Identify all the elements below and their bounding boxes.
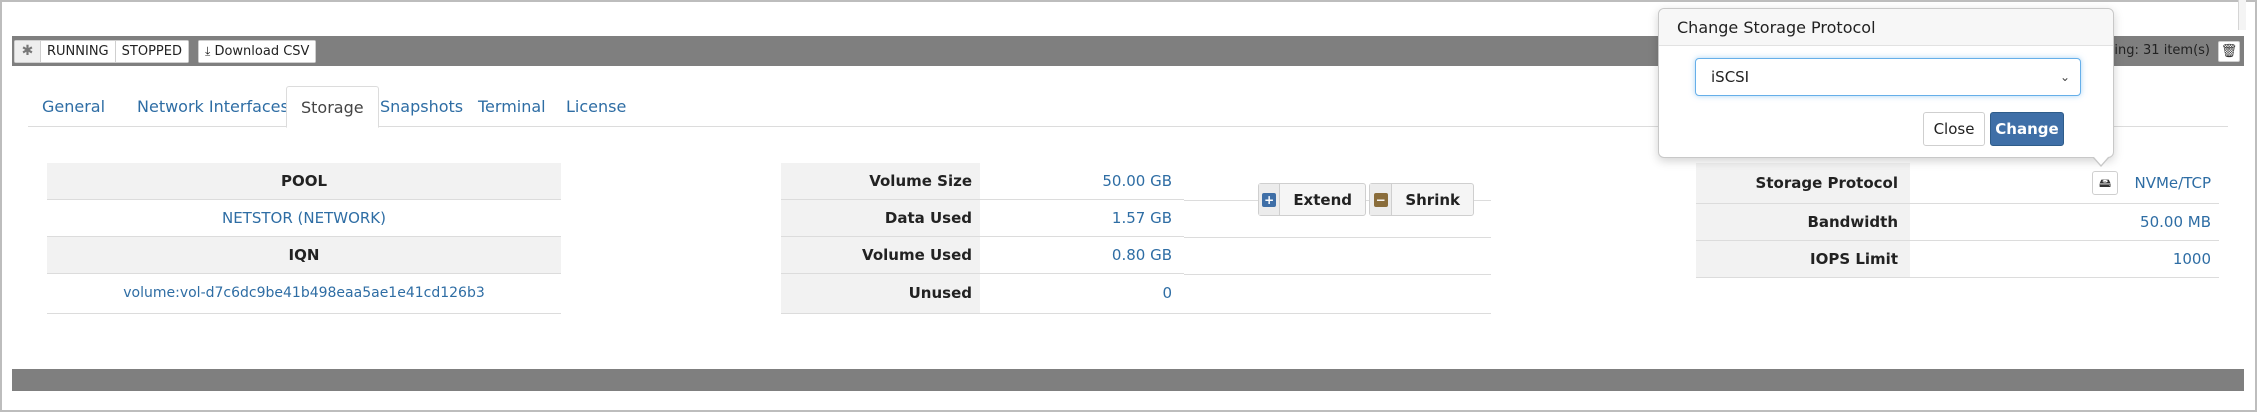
popover-arrow <box>2093 157 2109 167</box>
chevron-down-icon: ⌄ <box>2059 70 2070 84</box>
protocol-select[interactable]: iSCSI ⌄ <box>1695 58 2081 96</box>
iqn-header-row: IQN <box>47 237 561 274</box>
close-button[interactable]: Close <box>1923 112 1985 146</box>
asterisk-icon[interactable]: ✱ <box>15 41 41 62</box>
stopped-filter-button[interactable]: STOPPED <box>115 41 188 62</box>
iqn-value: volume:vol-d7c6dc9be41b498eaa5ae1e41cd12… <box>123 285 485 301</box>
tab-license[interactable]: License <box>552 86 640 127</box>
pool-value-link[interactable]: NETSTOR (NETWORK) <box>47 200 561 236</box>
iqn-value-row: volume:vol-d7c6dc9be41b498eaa5ae1e41cd12… <box>47 274 561 314</box>
download-csv-button[interactable]: ⤓ Download CSV <box>199 41 316 62</box>
bandwidth-label: Bandwidth <box>1696 204 1910 240</box>
minus-icon: − <box>1373 192 1388 207</box>
volume-row: Volume Size 50.00 GB <box>781 163 1184 200</box>
download-icon: ⤓ <box>205 44 211 58</box>
change-button[interactable]: Change <box>1990 112 2064 146</box>
data-used-value: 1.57 GB <box>1111 209 1172 227</box>
popover-title: Change Storage Protocol <box>1659 9 2113 46</box>
iqn-header: IQN <box>288 246 320 264</box>
volume-size-label: Volume Size <box>781 163 980 199</box>
divider <box>1184 313 1491 314</box>
pool-header: POOL <box>280 172 328 190</box>
divider <box>1184 237 1491 238</box>
iops-limit-value: 1000 <box>2172 250 2211 268</box>
shrink-label: Shrink <box>1405 190 1460 209</box>
unused-label: Unused <box>781 274 980 313</box>
tab-network-interfaces[interactable]: Network Interfaces <box>123 86 303 127</box>
extend-button[interactable]: + Extend <box>1258 183 1366 216</box>
footer-bar <box>12 369 2244 391</box>
volume-used-value: 0.80 GB <box>1111 246 1172 264</box>
pool-header-row: POOL <box>47 163 561 200</box>
running-filter-button[interactable]: RUNNING <box>41 41 116 62</box>
tab-general[interactable]: General <box>28 86 119 127</box>
tab-terminal[interactable]: Terminal <box>464 86 560 127</box>
change-protocol-popover: Change Storage Protocol iSCSI ⌄ Close Ch… <box>1658 8 2114 167</box>
data-used-label: Data Used <box>781 200 980 236</box>
protocol-row: IOPS Limit 1000 <box>1696 241 2219 278</box>
protocol-row: Storage Protocol 🖴 NVMe/TCP <box>1696 163 2219 204</box>
divider <box>1184 274 1491 275</box>
protocol-select-value: iSCSI <box>1711 68 1750 86</box>
volume-row: Unused 0 <box>781 274 1184 314</box>
trash-icon[interactable]: 🗑 <box>2218 41 2240 62</box>
tab-snapshots[interactable]: Snapshots <box>366 86 477 127</box>
volume-row: Volume Used 0.80 GB <box>781 237 1184 274</box>
storage-protocol-label: Storage Protocol <box>1696 163 1910 203</box>
volume-size-value: 50.00 GB <box>1102 172 1172 190</box>
scrollbar[interactable] <box>2238 0 2246 30</box>
storage-protocol-value: NVMe/TCP <box>2134 174 2211 192</box>
shrink-button[interactable]: − Shrink <box>1369 183 1474 216</box>
plus-icon: + <box>1262 192 1277 207</box>
download-csv-group: ⤓ Download CSV <box>198 40 317 63</box>
volume-used-label: Volume Used <box>781 237 980 273</box>
extend-label: Extend <box>1293 190 1352 209</box>
protocol-row: Bandwidth 50.00 MB <box>1696 204 2219 241</box>
iops-limit-label: IOPS Limit <box>1696 241 1910 277</box>
unused-value: 0 <box>1162 284 1172 302</box>
volume-row: Data Used 1.57 GB <box>781 200 1184 237</box>
pool-value-row: NETSTOR (NETWORK) <box>47 200 561 237</box>
bandwidth-value: 50.00 MB <box>2140 213 2211 231</box>
download-csv-label: Download CSV <box>214 44 310 59</box>
tab-storage[interactable]: Storage <box>286 86 379 128</box>
state-filter-group: ✱ RUNNING STOPPED <box>14 40 189 63</box>
